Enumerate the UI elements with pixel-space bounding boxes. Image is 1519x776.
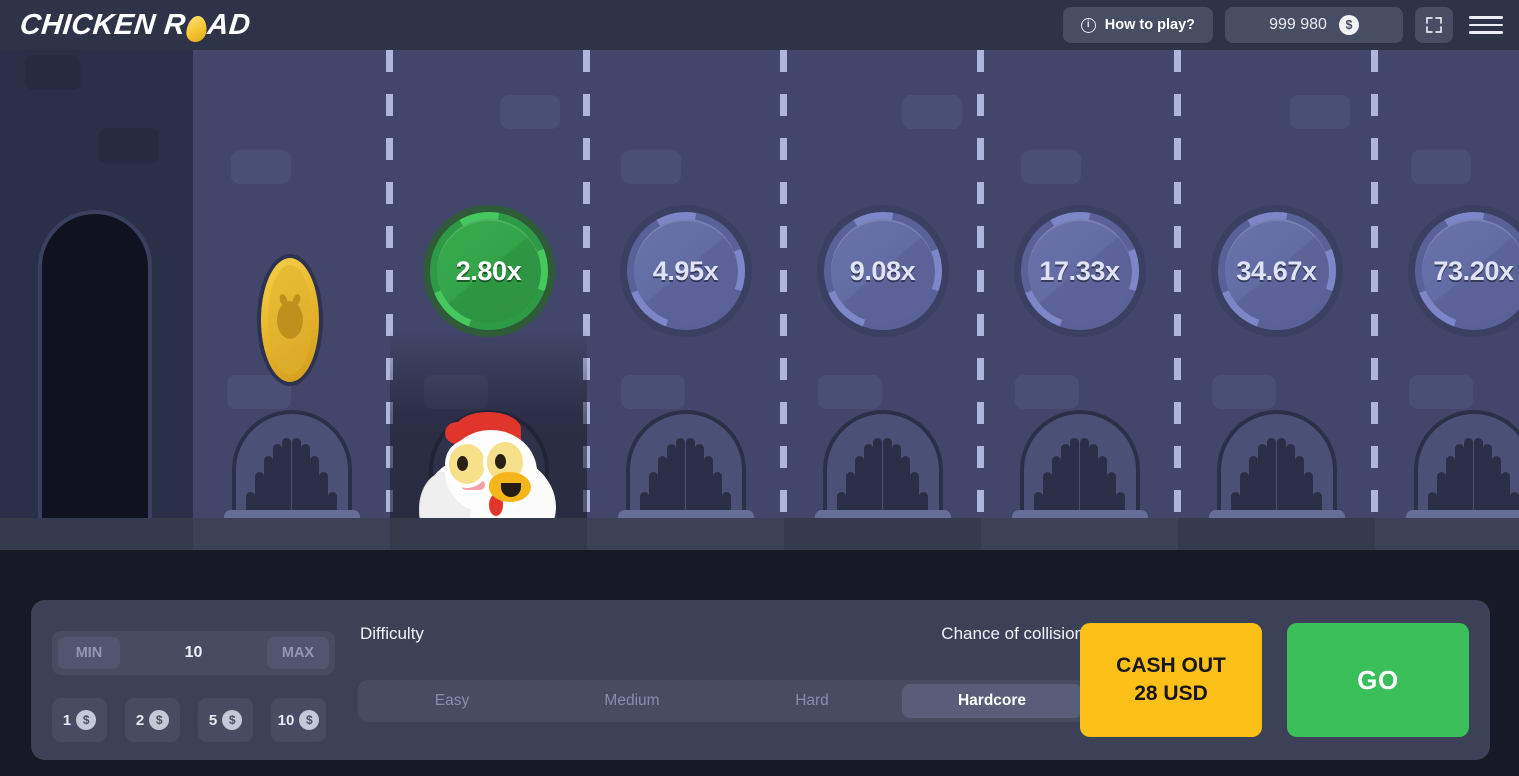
cash-out-line2: 28 USD: [1134, 682, 1208, 705]
balance-amount: 999 980: [1269, 16, 1327, 33]
bet-min-button[interactable]: MIN: [58, 637, 120, 669]
curb-segment: [981, 518, 1178, 550]
quick-bet-chip[interactable]: 1 $: [52, 698, 107, 742]
difficulty-tab-hard[interactable]: Hard: [722, 684, 902, 718]
multiplier-value: 17.33x: [1039, 255, 1120, 286]
wall-decoration: [1409, 375, 1473, 409]
cash-out-line1: CASH OUT: [1116, 654, 1226, 678]
quick-bet-chip[interactable]: 2 $: [125, 698, 180, 742]
difficulty-header: Difficulty Chance of collision: [358, 624, 1086, 644]
road-curb-band: [0, 518, 1519, 550]
chip-amount: 2: [135, 711, 145, 729]
logo-text-left: CHICKEN R: [18, 8, 188, 41]
bet-stepper: MIN 10 MAX: [52, 631, 335, 675]
lane-gate-grate: [617, 410, 754, 520]
multiplier-coin[interactable]: 4.95x: [619, 205, 752, 337]
go-label: GO: [1357, 664, 1399, 695]
dollar-coin-icon: $: [222, 710, 243, 730]
chip-amount: 5: [208, 711, 218, 729]
cash-out-button[interactable]: CASH OUT 28 USD: [1080, 623, 1262, 737]
curb-segment: [1375, 518, 1519, 550]
dollar-coin-icon: $: [76, 710, 97, 730]
difficulty-tab-medium[interactable]: Medium: [542, 684, 722, 718]
fullscreen-expand-icon: [1426, 17, 1442, 33]
control-panel: MIN 10 MAX 1 $2 $5 $10 $ Difficulty Chance o…: [31, 600, 1490, 760]
curb-segment: [193, 518, 390, 550]
wall-decoration: [621, 375, 685, 409]
chip-amount: 10: [277, 711, 295, 729]
lane-gate-grate: [223, 410, 360, 520]
dollar-coin-icon: $: [1338, 15, 1359, 35]
wall-decoration: [99, 128, 159, 164]
difficulty-controls: Difficulty Chance of collision Easy Mediu…: [358, 624, 1086, 722]
chance-of-collision-label: Chance of collision: [941, 624, 1084, 643]
lane-gate-grate: [1011, 410, 1148, 520]
multiplier-value: 73.20x: [1433, 255, 1514, 286]
app-logo: CHICKEN R AD: [18, 9, 252, 42]
balance-display[interactable]: 999 980 $: [1225, 7, 1403, 43]
lane-gate-grate: [1405, 410, 1519, 520]
chicken-character: [413, 410, 565, 520]
difficulty-title: Difficulty: [360, 624, 424, 643]
multiplier-coin[interactable]: 17.33x: [1013, 205, 1146, 337]
multiplier-value: 34.67x: [1236, 255, 1317, 286]
difficulty-tab-easy[interactable]: Easy: [362, 684, 542, 718]
wall-decoration: [621, 150, 681, 184]
how-to-play-label: How to play?: [1104, 17, 1195, 33]
logo-text-right: AD: [205, 8, 253, 41]
bet-amount-value[interactable]: 10: [185, 644, 203, 662]
hamburger-menu-icon[interactable]: [1469, 7, 1503, 43]
header-controls: i How to play? 999 980 $: [1062, 7, 1503, 43]
quick-bet-chip[interactable]: 10 $: [271, 698, 326, 742]
tunnel-entrance: [42, 214, 148, 520]
wall-decoration: [902, 95, 962, 129]
wall-decoration: [1290, 95, 1350, 129]
wall-decoration: [231, 150, 291, 184]
curb-segment: [587, 518, 784, 550]
wall-decoration: [1411, 150, 1471, 184]
golden-chicken-coin[interactable]: [257, 254, 323, 386]
bet-max-button[interactable]: MAX: [266, 637, 329, 669]
chip-amount: 1: [62, 711, 72, 729]
bet-controls: MIN 10 MAX 1 $2 $5 $10 $: [52, 631, 364, 742]
multiplier-value: 4.95x: [652, 255, 719, 286]
quick-bet-chip[interactable]: 5 $: [198, 698, 253, 742]
lane-gate-grate: [814, 410, 951, 520]
multiplier-value: 2.80x: [455, 255, 522, 286]
difficulty-tabs: Easy Medium Hard Hardcore: [358, 680, 1086, 722]
wall-decoration: [1015, 375, 1079, 409]
quick-bet-chips: 1 $2 $5 $10 $: [52, 698, 364, 742]
multiplier-coin[interactable]: 9.08x: [816, 205, 949, 337]
difficulty-tab-hardcore[interactable]: Hardcore: [902, 684, 1082, 718]
how-to-play-button[interactable]: i How to play?: [1062, 7, 1213, 43]
wall-decoration: [1021, 150, 1081, 184]
wall-decoration: [1212, 375, 1276, 409]
lane-gate-grate: [1208, 410, 1345, 520]
go-button[interactable]: GO: [1287, 623, 1469, 737]
multiplier-coin[interactable]: 34.67x: [1210, 205, 1343, 337]
wall-decoration: [818, 375, 882, 409]
start-zone: [0, 50, 193, 520]
game-board: 2.80x 4.95x 9.08x 17.33x 34.67x 73.20x: [0, 50, 1519, 520]
dollar-coin-icon: $: [299, 710, 320, 730]
wall-decoration: [500, 95, 560, 129]
multiplier-value: 9.08x: [849, 255, 916, 286]
app-header: CHICKEN R AD i How to play? 999 980 $: [0, 0, 1519, 50]
fullscreen-button[interactable]: [1415, 7, 1453, 43]
egg-icon: [184, 15, 208, 41]
info-icon: i: [1080, 17, 1096, 33]
multiplier-coin[interactable]: 2.80x: [422, 205, 555, 337]
wall-decoration: [25, 55, 81, 90]
dollar-coin-icon: $: [149, 710, 170, 730]
